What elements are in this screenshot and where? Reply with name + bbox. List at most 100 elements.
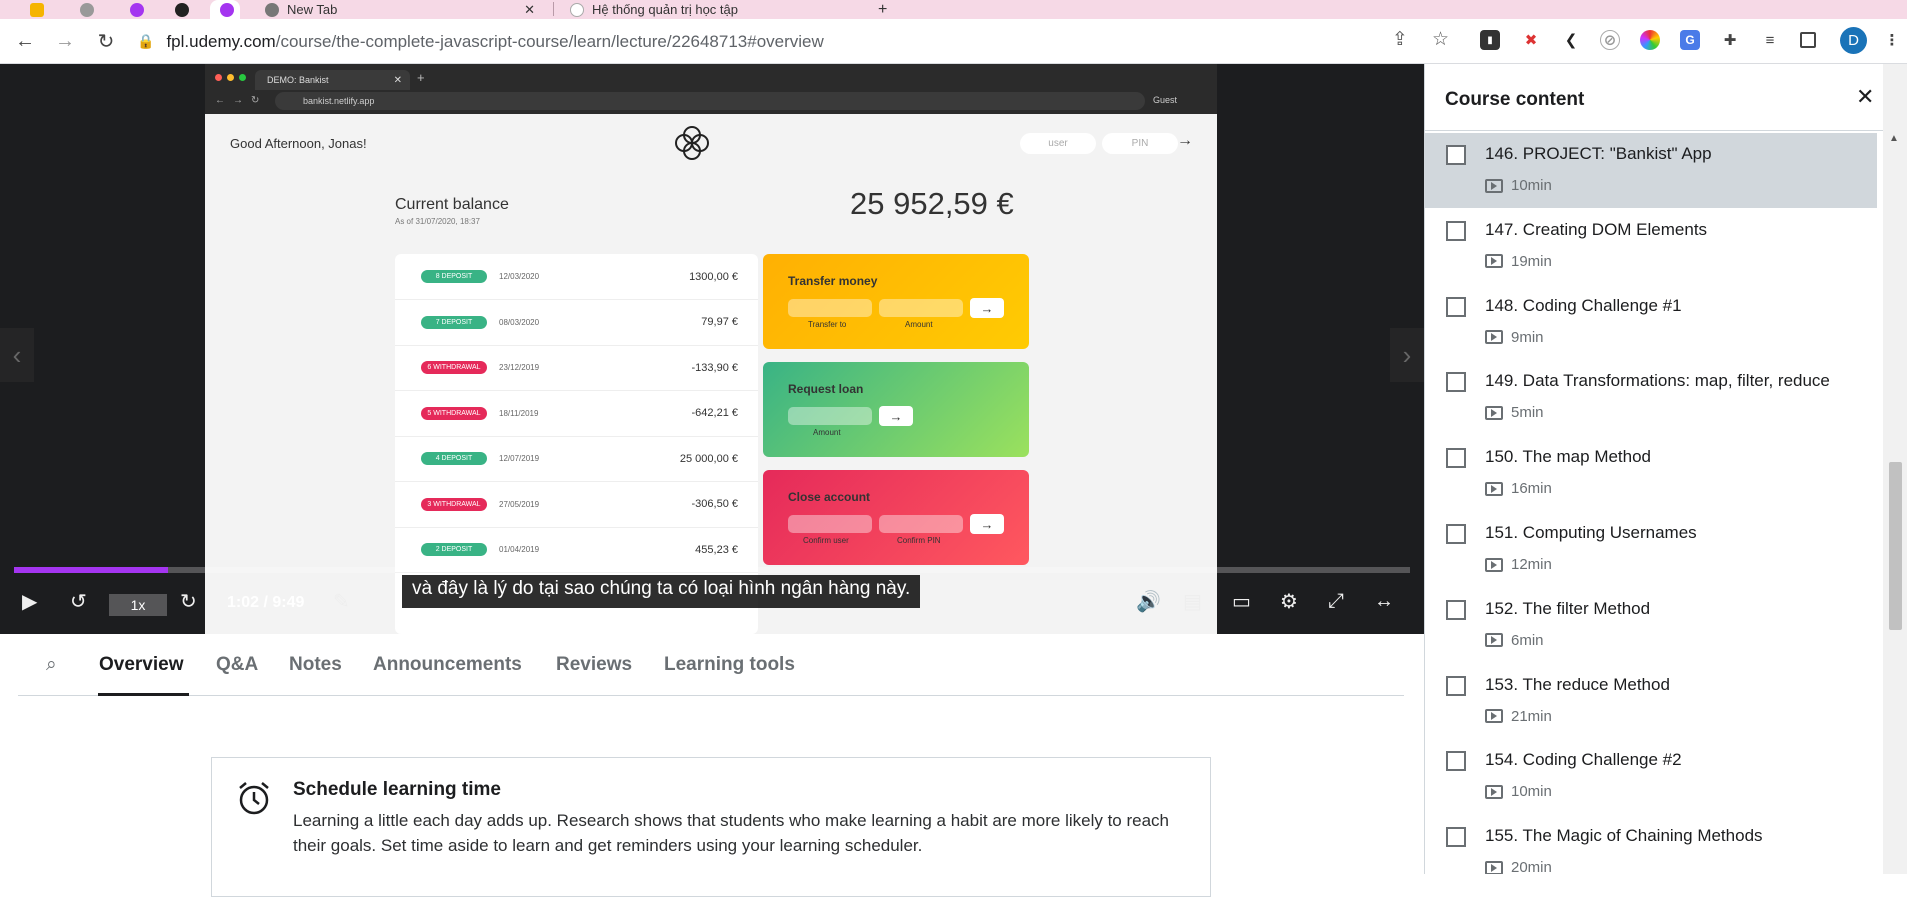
demo-close-card: Close account → Confirm user Confirm PIN (763, 470, 1029, 565)
lecture-duration-text: 16min (1511, 480, 1552, 498)
movement-date: 18/11/2019 (499, 408, 539, 418)
share-icon[interactable]: ⇪ (1392, 28, 1408, 51)
forward-icon[interactable]: ↻ (180, 586, 197, 616)
scroll-up-arrow-icon[interactable]: ▲ (1889, 133, 1899, 144)
add-note-icon[interactable]: ✎ (333, 586, 350, 616)
lecture-item[interactable]: 146. PROJECT: "Bankist" App 10min (1425, 133, 1877, 208)
fullscreen-icon[interactable]: ⤢ (1328, 586, 1344, 616)
tab-lms[interactable]: Hệ thống quản trị học tập (560, 0, 860, 19)
course-tabs: ⌕ Overview Q&A Notes Announcements Revie… (18, 634, 1404, 696)
close-icon[interactable]: ✕ (1856, 84, 1874, 110)
pinned-tab[interactable] (20, 0, 50, 19)
lecture-checkbox[interactable] (1446, 145, 1466, 165)
transfer-to-label: Transfer to (808, 320, 847, 329)
lecture-item[interactable]: 148. Coding Challenge #1 9min (1425, 285, 1877, 360)
lecture-item[interactable]: 149. Data Transformations: map, filter, … (1425, 360, 1877, 435)
extensions-puzzle-icon[interactable]: ✚ (1720, 30, 1740, 50)
new-tab-button[interactable]: + (868, 0, 892, 19)
demo-balance-amount: 25 952,59 € (850, 186, 1014, 221)
lecture-checkbox[interactable] (1446, 675, 1466, 696)
tab-new-tab[interactable]: New Tab ✕ (255, 0, 545, 19)
rewind-icon[interactable]: ↺ (70, 586, 87, 616)
lecture-checkbox[interactable] (1446, 372, 1466, 393)
color-picker-icon[interactable] (1640, 30, 1660, 50)
transfer-amount-label: Amount (905, 320, 933, 329)
tab-notes[interactable]: Notes (289, 654, 342, 676)
lecture-checkbox[interactable] (1446, 524, 1466, 544)
browser-toolbar: ← → ↻ 🔒 fpl.udemy.com/course/the-complet… (0, 19, 1907, 64)
video-icon (1485, 709, 1503, 724)
lecture-checkbox[interactable] (1446, 448, 1466, 469)
video-icon (1485, 784, 1503, 799)
tab-reviews[interactable]: Reviews (556, 654, 632, 676)
captions-icon[interactable]: ▭ (1232, 586, 1251, 616)
demo-movement-row: 8 DEPOSIT 12/03/2020 1300,00 € (395, 254, 758, 300)
pinned-tab[interactable] (70, 0, 100, 19)
bookmark-star-icon[interactable]: ☆ (1432, 28, 1449, 51)
lecture-title: 150. The map Method (1485, 447, 1652, 467)
expand-icon[interactable]: ↔ (1374, 586, 1394, 616)
close-user-field (788, 515, 872, 533)
tab-announcements[interactable]: Announcements (373, 654, 522, 676)
demo-loan-card: Request loan → Amount (763, 362, 1029, 457)
lecture-item[interactable]: 155. The Magic of Chaining Methods 20min (1425, 815, 1877, 874)
demo-movement-row: 7 DEPOSIT 08/03/2020 79,97 € (395, 300, 758, 346)
play-icon[interactable]: ▶ (22, 586, 37, 616)
lecture-item[interactable]: 152. The filter Method 6min (1425, 588, 1877, 663)
scrollbar-thumb[interactable] (1889, 462, 1902, 630)
demo-movement-row: 3 WITHDRAWAL 27/05/2019 -306,50 € (395, 482, 758, 528)
active-tab[interactable] (210, 0, 240, 19)
extension-compass-icon[interactable]: ⊘ (1600, 30, 1620, 50)
playback-rate-button[interactable]: 1x (109, 594, 167, 616)
next-lecture-chevron-icon[interactable]: › (1390, 328, 1424, 382)
extension-arrow-icon[interactable]: ❮ (1561, 30, 1581, 50)
extension-x-icon[interactable]: ✖ (1521, 30, 1541, 50)
video-icon (1485, 633, 1503, 648)
back-arrow-icon[interactable]: ← (11, 27, 39, 55)
lecture-item[interactable]: 151. Computing Usernames 12min (1425, 512, 1877, 587)
video-icon (1485, 557, 1503, 572)
lecture-item[interactable]: 150. The map Method 16min (1425, 436, 1877, 511)
extension-icon[interactable]: ▮ (1480, 30, 1500, 50)
browser-menu-icon[interactable]: ⋮ (1882, 30, 1902, 50)
profile-avatar[interactable]: D (1840, 27, 1867, 54)
translate-icon[interactable]: G (1680, 30, 1700, 50)
lecture-duration: 19min (1485, 253, 1552, 270)
sidebar-scrollbar[interactable]: ▲ (1883, 64, 1907, 874)
forward-arrow-icon[interactable]: → (51, 27, 79, 55)
search-icon[interactable]: ⌕ (46, 654, 57, 676)
tab-favicon (175, 2, 189, 17)
lecture-checkbox[interactable] (1446, 599, 1466, 620)
tab-learning-tools[interactable]: Learning tools (664, 654, 795, 676)
video-progress-bar[interactable] (14, 567, 1410, 573)
reading-list-icon[interactable]: ≡ (1760, 30, 1780, 50)
lecture-checkbox[interactable] (1446, 296, 1466, 317)
pinned-tab[interactable] (120, 0, 150, 19)
lecture-duration-text: 9min (1511, 328, 1544, 346)
reload-icon[interactable]: ↻ (92, 27, 120, 55)
transcript-icon[interactable]: ▤ (1183, 586, 1202, 616)
lecture-duration: 20min (1485, 859, 1552, 874)
lecture-title: 151. Computing Usernames (1485, 523, 1697, 542)
lecture-duration: 6min (1485, 632, 1544, 649)
video-player[interactable]: DEMO: Bankist ✕ + ←→↻ bankist.netlify.app… (0, 64, 1424, 634)
side-panel-icon[interactable] (1800, 32, 1816, 48)
lecture-item[interactable]: 153. The reduce Method 21min (1425, 664, 1877, 739)
tab-overview[interactable]: Overview (99, 654, 184, 676)
lecture-item[interactable]: 147. Creating DOM Elements 19min (1425, 209, 1877, 284)
movement-badge: 8 DEPOSIT (421, 270, 487, 283)
settings-gear-icon[interactable]: ⚙ (1280, 586, 1298, 616)
tab-qa[interactable]: Q&A (216, 654, 258, 676)
volume-icon[interactable]: 🔊 (1136, 586, 1161, 616)
tab-close-icon[interactable]: ✕ (524, 2, 535, 18)
previous-lecture-chevron-icon[interactable]: ‹ (0, 328, 34, 382)
lecture-item[interactable]: 154. Coding Challenge #2 10min (1425, 739, 1877, 814)
lecture-checkbox[interactable] (1446, 827, 1466, 848)
lecture-checkbox[interactable] (1446, 220, 1466, 241)
address-bar[interactable]: 🔒 fpl.udemy.com/course/the-complete-java… (137, 25, 1467, 58)
lecture-checkbox[interactable] (1446, 751, 1466, 772)
pinned-tab[interactable] (165, 0, 195, 19)
movement-badge: 5 WITHDRAWAL (421, 406, 487, 420)
demo-balance-date: As of 31/07/2020, 18:37 (395, 217, 480, 226)
lecture-duration-text: 10min (1511, 783, 1552, 801)
